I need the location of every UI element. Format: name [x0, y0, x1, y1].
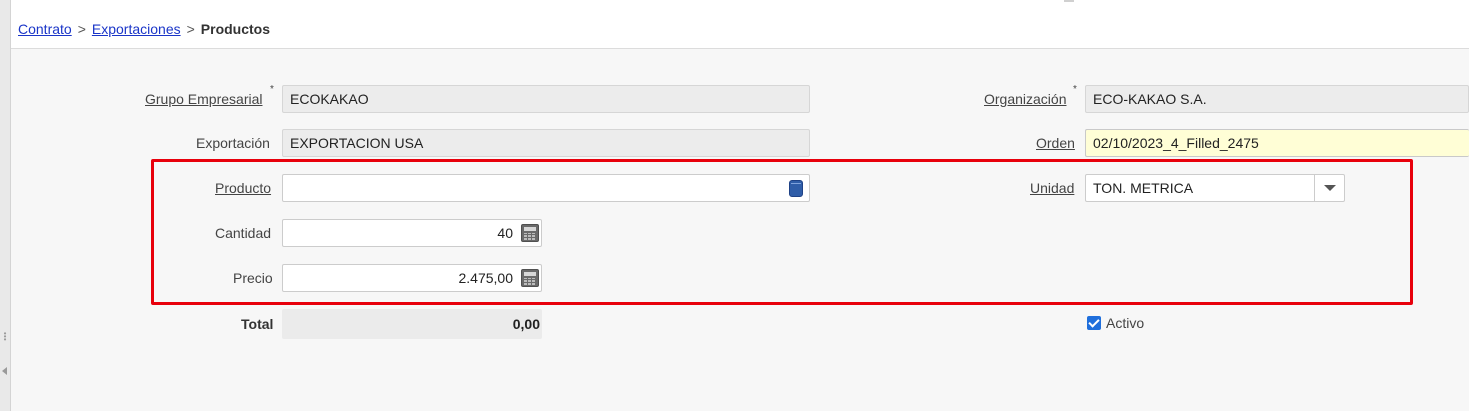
cantidad-label: Cantidad	[215, 225, 272, 241]
collapse-left-icon[interactable]	[2, 367, 7, 375]
precio-field[interactable]: 2.475,00	[282, 264, 542, 292]
activo-checkbox[interactable]	[1087, 316, 1101, 330]
required-mark: *	[1073, 84, 1077, 95]
precio-value: 2.475,00	[458, 270, 514, 286]
organizacion-field: ECO-KAKAO S.A.	[1085, 85, 1469, 113]
cantidad-value: 40	[497, 225, 513, 241]
orden-field[interactable]: 02/10/2023_4_Filled_2475	[1085, 129, 1469, 157]
calculator-icon[interactable]	[521, 269, 539, 287]
producto-label[interactable]: Producto	[215, 180, 271, 196]
top-divider-mark	[1064, 0, 1074, 2]
chevron-down-icon[interactable]	[1314, 175, 1344, 201]
cantidad-field[interactable]: 40	[282, 219, 542, 247]
exportacion-value: EXPORTACION USA	[290, 135, 424, 151]
total-value: 0,00	[512, 316, 540, 332]
precio-label: Precio	[233, 270, 273, 286]
exportacion-field: EXPORTACION USA	[282, 129, 810, 157]
breadcrumb-exportaciones[interactable]: Exportaciones	[92, 21, 181, 37]
left-sidebar-collapse-bar[interactable]: • • •	[0, 0, 11, 411]
calculator-icon[interactable]	[521, 224, 539, 242]
required-mark: *	[270, 84, 274, 95]
unidad-select[interactable]: TON. METRICA	[1085, 174, 1345, 202]
producto-field[interactable]	[282, 174, 810, 202]
orden-label[interactable]: Orden	[1036, 135, 1075, 151]
drag-grip-icon[interactable]: • • •	[3, 330, 7, 344]
unidad-label[interactable]: Unidad	[1030, 180, 1074, 196]
organizacion-label[interactable]: Organización	[984, 91, 1067, 107]
activo-label[interactable]: Activo	[1106, 315, 1144, 331]
breadcrumb-separator: >	[186, 21, 195, 37]
breadcrumb-current: Productos	[200, 21, 271, 37]
grupo-empresarial-label[interactable]: Grupo Empresarial	[145, 91, 263, 107]
total-field: 0,00	[282, 309, 542, 339]
breadcrumb-contrato[interactable]: Contrato	[18, 21, 72, 37]
exportacion-label: Exportación	[196, 135, 270, 151]
database-icon[interactable]	[789, 180, 803, 197]
total-label: Total	[241, 316, 274, 332]
breadcrumb: Contrato > Exportaciones > Productos	[18, 21, 270, 37]
organizacion-value: ECO-KAKAO S.A.	[1093, 91, 1207, 107]
orden-value: 02/10/2023_4_Filled_2475	[1093, 135, 1259, 151]
breadcrumb-separator: >	[77, 21, 86, 37]
grupo-empresarial-value: ECOKAKAO	[290, 91, 369, 107]
grupo-empresarial-field: ECOKAKAO	[282, 85, 810, 113]
page-header: Contrato > Exportaciones > Productos	[11, 0, 1469, 49]
unidad-value: TON. METRICA	[1093, 180, 1194, 196]
